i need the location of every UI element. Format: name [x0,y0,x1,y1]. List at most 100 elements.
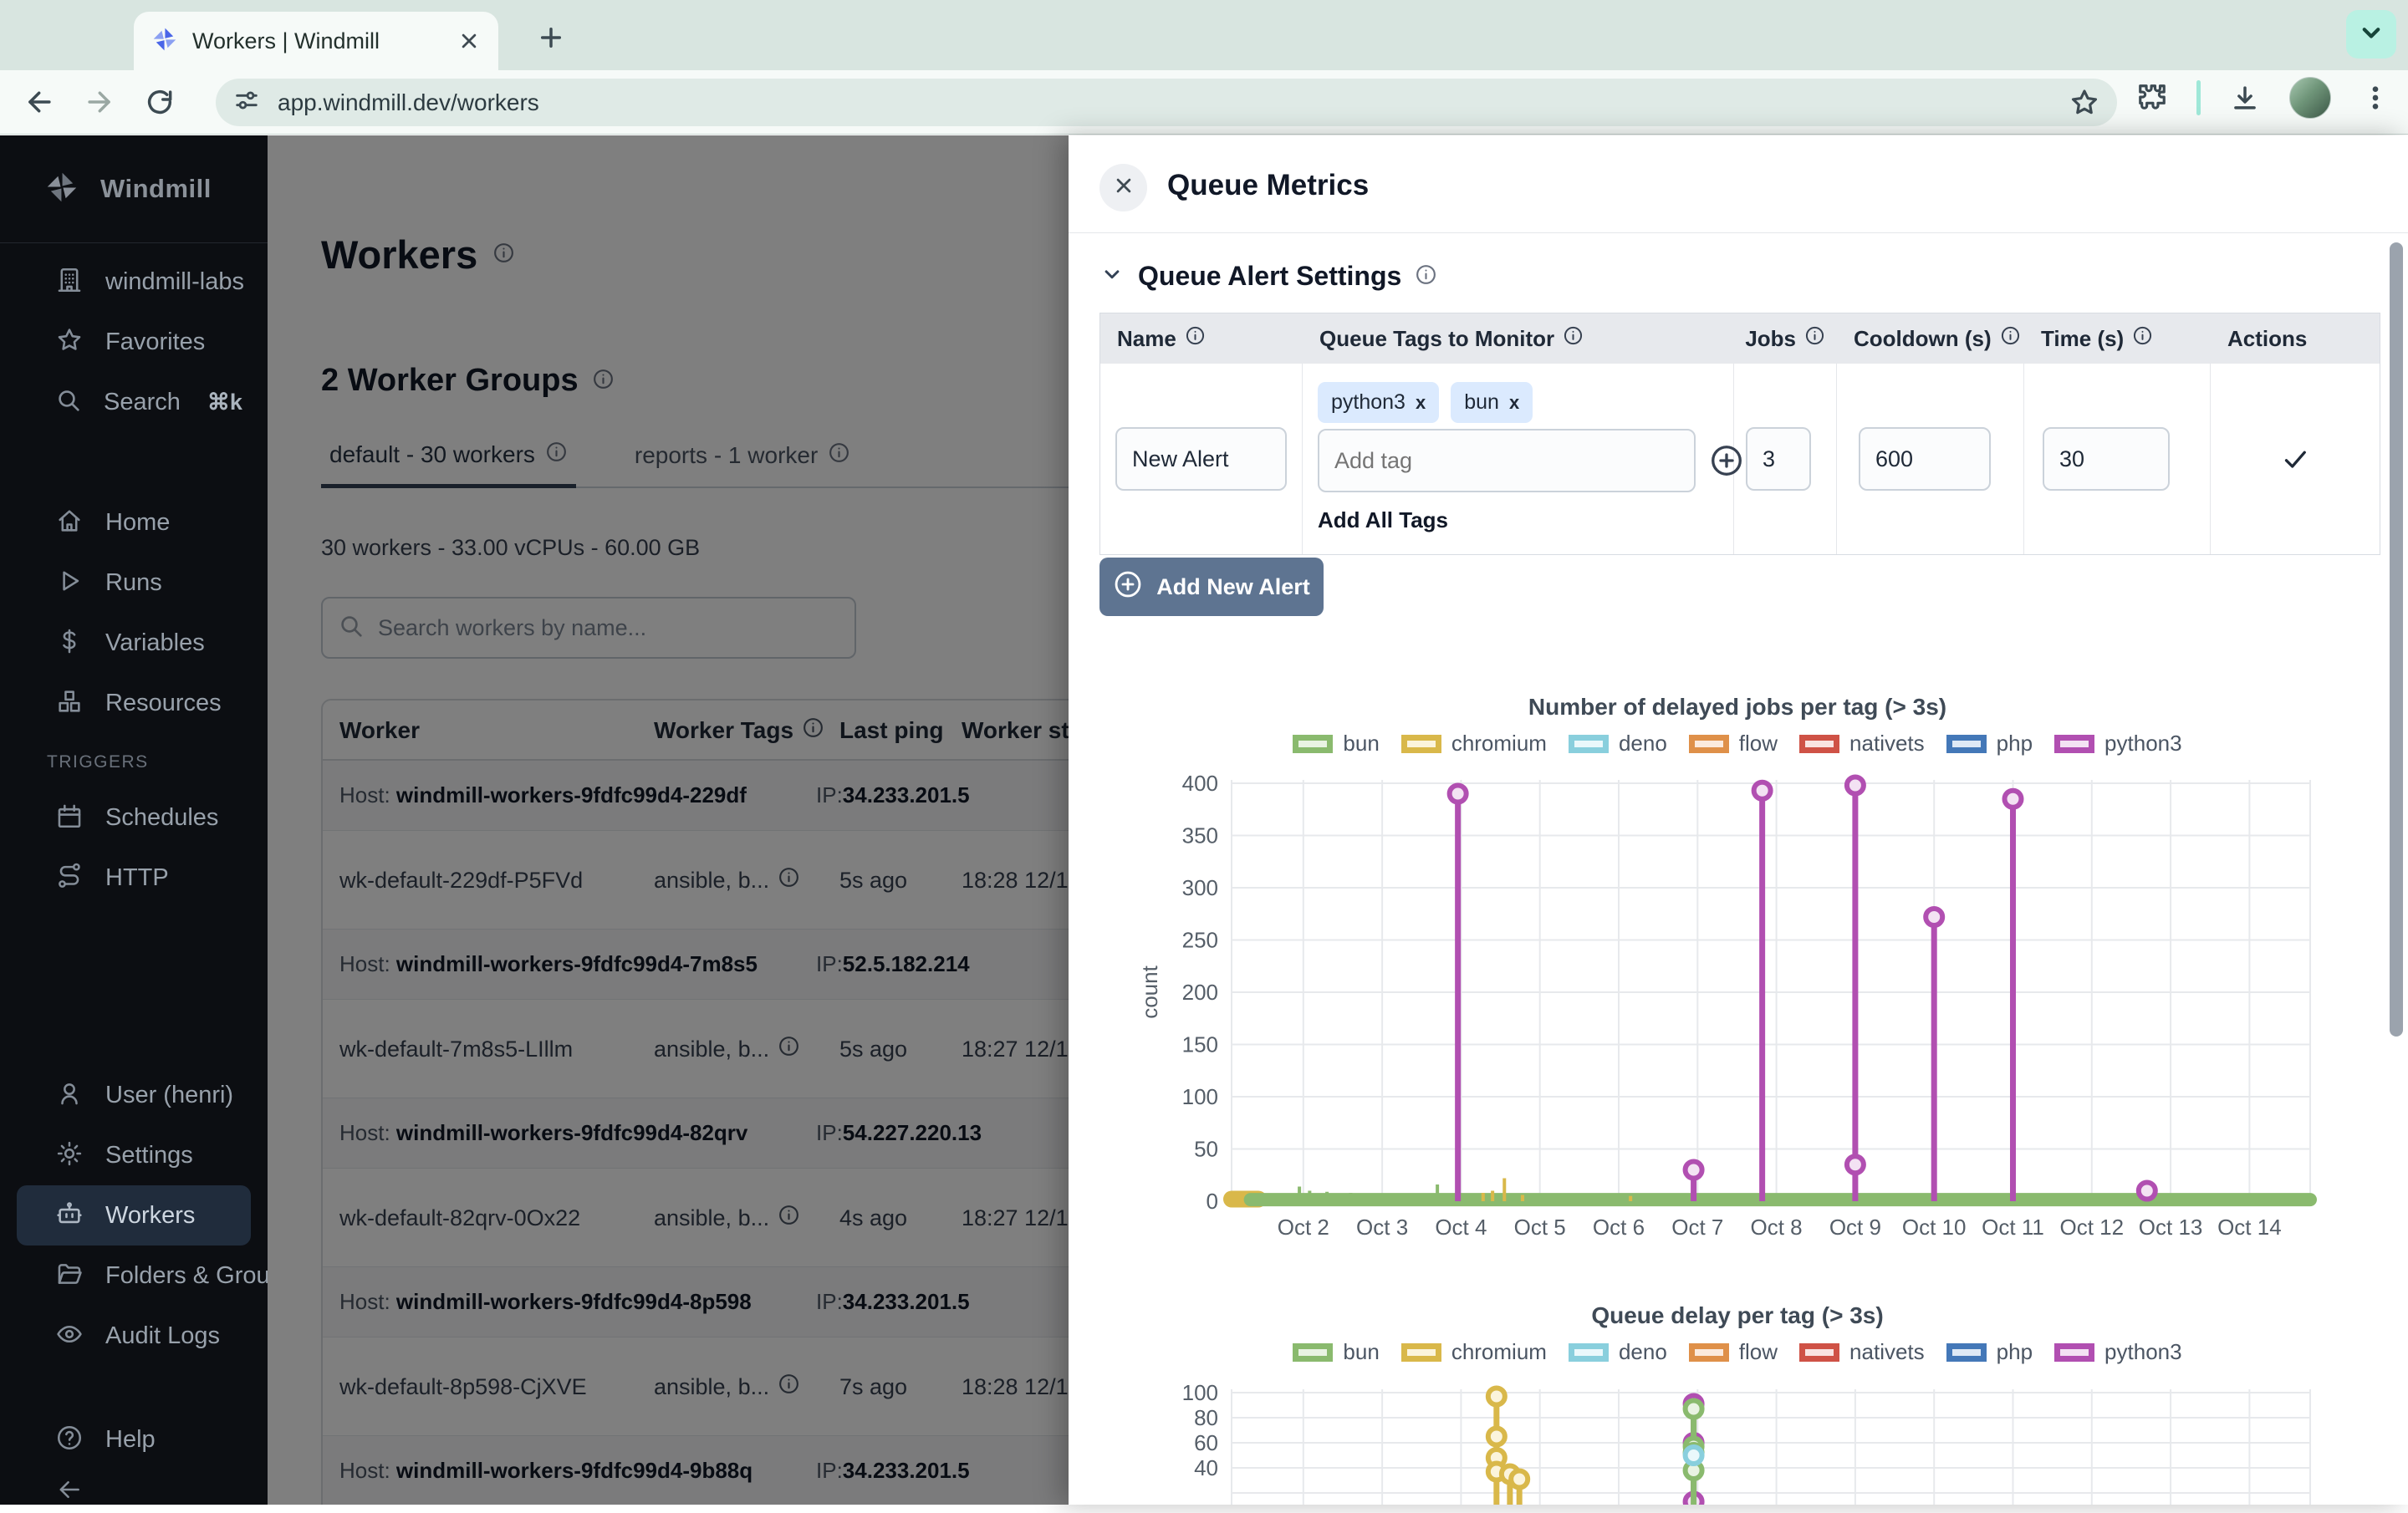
arrow-left-icon [55,1475,84,1508]
bookmark-star-icon[interactable] [2069,87,2100,119]
legend-item-flow[interactable]: flow [1689,731,1778,756]
forward-button[interactable] [84,86,115,118]
info-icon[interactable] [1415,263,1437,290]
alert-column-queue-tags-to-monitor: Queue Tags to Monitor [1303,313,1734,364]
info-icon[interactable] [2132,325,2153,352]
dollar-icon [55,627,84,660]
browser-menu-icon[interactable] [2360,82,2391,114]
legend-item-chromium[interactable]: chromium [1401,731,1547,756]
sidebar-item-workers[interactable]: Workers [17,1185,251,1246]
sidebar-item-label: Home [105,509,170,537]
brand-name: Windmill [100,174,212,204]
alert-column-time-s: Time (s) [2024,313,2211,364]
extensions-icon[interactable] [2136,82,2168,114]
alerts-table: NameQueue Tags to MonitorJobsCooldown (s… [1099,313,2380,555]
time-input[interactable] [2043,427,2170,491]
legend-label: flow [1739,731,1778,756]
legend-item-php[interactable]: php [1946,1339,2033,1365]
sidebar-item-label: Runs [105,569,162,597]
chevron-down-icon [1099,262,1125,291]
folder-icon [55,1260,84,1292]
legend-swatch [1293,1343,1333,1362]
remove-tag-button[interactable]: x [1416,392,1426,414]
sidebar-item-http[interactable]: HTTP [0,848,268,908]
add-tag-input[interactable] [1318,429,1696,492]
info-icon[interactable] [1563,325,1584,352]
boxes-icon [55,687,84,720]
tab-search-button[interactable] [2346,10,2396,59]
search-shortcut: ⌘k [207,390,242,415]
add-new-alert-button[interactable]: Add New Alert [1099,558,1324,616]
legend-item-php[interactable]: php [1946,731,2033,756]
brand[interactable]: Windmill [0,160,268,217]
downloads-icon[interactable] [2229,82,2261,114]
legend-item-bun[interactable]: bun [1293,1339,1379,1365]
help-icon [55,1424,84,1456]
legend-swatch [1799,1343,1839,1362]
legend-item-nativets[interactable]: nativets [1799,731,1925,756]
svg-text:Oct 6: Oct 6 [1593,1215,1645,1240]
sidebar-item-windmill-labs[interactable]: windmill-labs [0,252,268,312]
legend-item-bun[interactable]: bun [1293,731,1379,756]
legend-label: bun [1343,731,1379,756]
legend-swatch [1569,1343,1609,1362]
sidebar-item-folders-groups[interactable]: Folders & Groups... [0,1246,268,1306]
queue-alert-settings-toggle[interactable]: Queue Alert Settings [1099,261,1437,292]
cooldown-input[interactable] [1859,427,1991,491]
reload-button[interactable] [144,86,176,118]
windmill-logo-icon [43,169,80,210]
collapse-sidebar-button[interactable] [0,1470,268,1513]
legend-label: python3 [2104,1339,2182,1365]
legend-swatch [1689,735,1729,753]
sidebar-item-resources[interactable]: Resources [0,673,268,733]
tag-label: bun [1464,390,1499,415]
remove-tag-button[interactable]: x [1509,392,1519,414]
sidebar-item-label: HTTP [105,864,169,892]
avatar[interactable] [2289,77,2331,119]
legend-item-python3[interactable]: python3 [2054,1339,2182,1365]
legend-swatch [2054,735,2094,753]
sidebar-item-favorites[interactable]: Favorites [0,312,268,372]
home-icon [55,507,84,539]
sidebar-item-schedules[interactable]: Schedules [0,787,268,848]
back-button[interactable] [23,86,55,118]
legend-item-deno[interactable]: deno [1569,1339,1667,1365]
sidebar-item-label: Help [105,1426,156,1454]
jobs-input[interactable] [1746,427,1811,491]
confirm-alert-button[interactable] [2211,364,2380,554]
svg-text:Oct 7: Oct 7 [1671,1215,1723,1240]
drawer-scrollbar[interactable] [2390,242,2403,1037]
address-bar[interactable]: app.windmill.dev/workers [216,79,2117,126]
sidebar-item-variables[interactable]: Variables [0,613,268,673]
legend-item-nativets[interactable]: nativets [1799,1339,1925,1365]
svg-text:150: 150 [1182,1032,1218,1057]
legend-item-python3[interactable]: python3 [2054,731,2182,756]
svg-text:200: 200 [1182,980,1218,1005]
svg-text:Oct 5: Oct 5 [1514,1215,1566,1240]
sidebar-item-home[interactable]: Home [0,492,268,553]
sidebar-item-search[interactable]: Search⌘k [0,372,268,432]
svg-text:Oct 12: Oct 12 [2059,1215,2124,1240]
drawer-title: Queue Metrics [1167,169,1369,202]
info-icon[interactable] [1804,325,1825,352]
new-tab-button[interactable] [535,22,567,53]
sidebar-item-user-henri[interactable]: User (henri) [0,1065,268,1125]
info-icon[interactable] [1185,325,1206,352]
alert-name-input[interactable] [1115,427,1287,491]
add-all-tags-link[interactable]: Add All Tags [1318,507,1448,533]
legend-item-deno[interactable]: deno [1569,731,1667,756]
sidebar-item-settings[interactable]: Settings [0,1125,268,1185]
drawer-close-button[interactable] [1099,164,1147,211]
sidebar-item-audit-logs[interactable]: Audit Logs [0,1306,268,1366]
sidebar-item-help[interactable]: Help [0,1409,268,1470]
legend-item-chromium[interactable]: chromium [1401,1339,1547,1365]
legend-item-flow[interactable]: flow [1689,1339,1778,1365]
site-settings-icon[interactable] [232,86,261,119]
browser-tab[interactable]: Workers | Windmill [134,12,498,70]
svg-text:40: 40 [1194,1455,1218,1480]
info-icon[interactable] [2000,325,2021,352]
sidebar-item-runs[interactable]: Runs [0,553,268,613]
chart1-legend: bun chromium deno flow nativets php python3 [1135,731,2339,756]
legend-label: php [1997,1339,2033,1365]
tab-close-icon[interactable] [457,28,482,53]
